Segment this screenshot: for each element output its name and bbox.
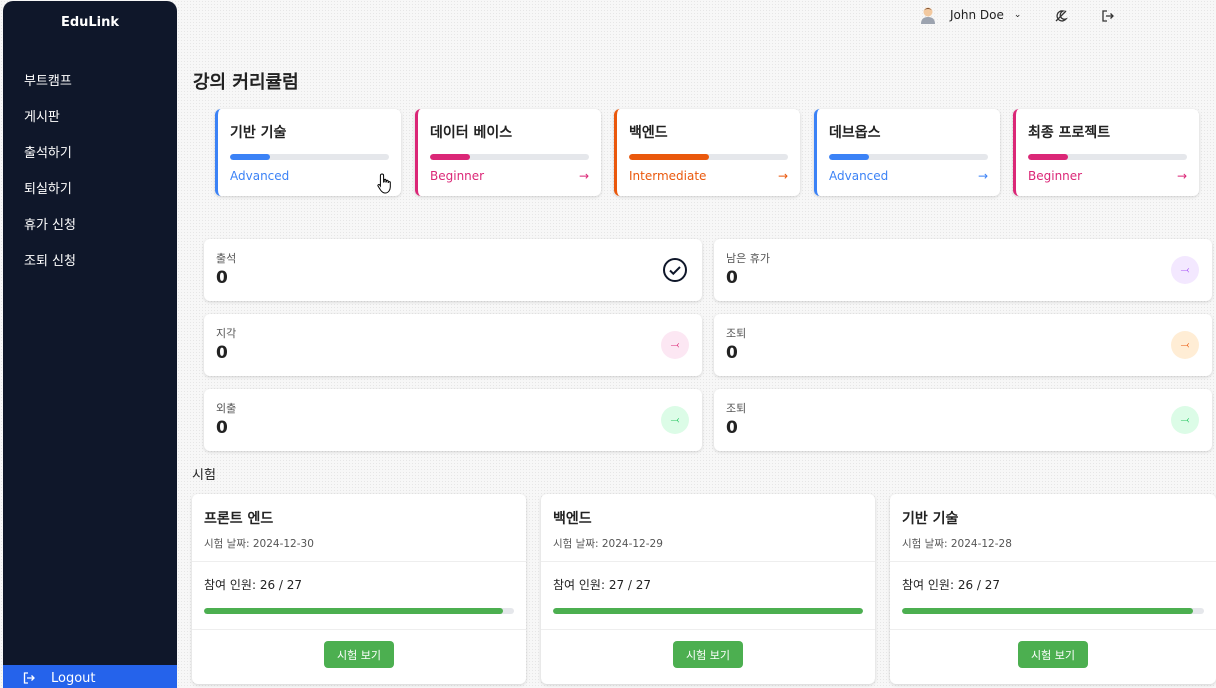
leave-icon: ⤙ bbox=[661, 331, 689, 359]
exam-card: 프론트 엔드 시험 날짜: 2024-12-30 참여 인원: 26 / 27 … bbox=[192, 494, 526, 684]
stat-card-late: 지각 0 ⤙ bbox=[204, 314, 702, 376]
course-progress bbox=[1028, 154, 1187, 160]
stat-value: 0 bbox=[726, 343, 738, 363]
sidebar-item-early-leave-request[interactable]: 조퇴 신청 bbox=[3, 251, 177, 287]
course-level: Beginner bbox=[430, 169, 485, 183]
exam-date: 시험 날짜: 2024-12-28 bbox=[902, 538, 1012, 550]
course-card[interactable]: 데브옵스 Advanced → bbox=[814, 109, 1000, 196]
leave-icon: ⤙ bbox=[661, 406, 689, 434]
course-level: Advanced bbox=[829, 169, 889, 183]
chevron-down-icon: ⌄ bbox=[1013, 10, 1022, 20]
logout-icon bbox=[23, 672, 35, 684]
stat-label: 조퇴 bbox=[726, 327, 747, 340]
exam-name: 프론트 엔드 bbox=[204, 511, 274, 527]
exam-section-heading: 시험 bbox=[192, 468, 216, 483]
brand-logo[interactable]: EduLink bbox=[3, 15, 177, 35]
course-name: 최종 프로젝트 bbox=[1028, 125, 1111, 141]
logout-label: Logout bbox=[51, 670, 96, 686]
sidebar-item-check-out[interactable]: 퇴실하기 bbox=[3, 179, 177, 215]
stat-label: 남은 휴가 bbox=[726, 252, 770, 265]
hand-cursor-icon bbox=[377, 173, 391, 194]
exam-participants: 참여 인원: 27 / 27 bbox=[553, 578, 652, 592]
user-menu[interactable]: John Doe ⌄ bbox=[920, 6, 1021, 24]
stat-value: 0 bbox=[726, 418, 738, 438]
arrow-right-icon[interactable]: → bbox=[579, 169, 589, 183]
exam-name: 백엔드 bbox=[553, 511, 592, 527]
course-progress bbox=[629, 154, 788, 160]
exam-card: 백엔드 시험 날짜: 2024-12-29 참여 인원: 27 / 27 시험 … bbox=[541, 494, 875, 684]
participation-progress bbox=[553, 608, 863, 614]
dark-mode-toggle-icon[interactable] bbox=[1054, 9, 1068, 23]
participation-progress bbox=[204, 608, 514, 614]
stat-card-outing: 외출 0 ⤙ bbox=[204, 389, 702, 451]
view-exam-button[interactable]: 시험 보기 bbox=[673, 641, 743, 668]
course-progress bbox=[430, 154, 589, 160]
exam-date: 시험 날짜: 2024-12-29 bbox=[553, 538, 663, 550]
exam-participants: 참여 인원: 26 / 27 bbox=[204, 578, 303, 592]
course-level: Beginner bbox=[1028, 169, 1083, 183]
course-level: Intermediate bbox=[629, 169, 707, 183]
course-name: 데이터 베이스 bbox=[430, 125, 513, 141]
arrow-right-icon[interactable]: → bbox=[778, 169, 788, 183]
sidebar-item-leave-request[interactable]: 휴가 신청 bbox=[3, 215, 177, 251]
stat-card-early-leave-2: 조퇴 0 ⤙ bbox=[714, 389, 1212, 451]
course-name: 기반 기술 bbox=[230, 125, 287, 141]
exam-name: 기반 기술 bbox=[902, 511, 959, 527]
exam-participants: 참여 인원: 26 / 27 bbox=[902, 578, 1001, 592]
leave-icon: ⤙ bbox=[1171, 256, 1199, 284]
exam-card: 기반 기술 시험 날짜: 2024-12-28 참여 인원: 26 / 27 시… bbox=[890, 494, 1216, 684]
arrow-right-icon[interactable]: → bbox=[1177, 169, 1187, 183]
sidebar-item-bootcamp[interactable]: 부트캠프 bbox=[3, 71, 177, 107]
view-exam-button[interactable]: 시험 보기 bbox=[324, 641, 394, 668]
course-name: 백엔드 bbox=[629, 125, 668, 141]
stat-label: 지각 bbox=[216, 327, 237, 340]
course-name: 데브옵스 bbox=[829, 125, 881, 141]
stat-card-early-leave: 조퇴 0 ⤙ bbox=[714, 314, 1212, 376]
leave-icon: ⤙ bbox=[1171, 331, 1199, 359]
page-title: 강의 커리큘럼 bbox=[193, 72, 299, 93]
stat-value: 0 bbox=[216, 343, 228, 363]
exam-date: 시험 날짜: 2024-12-30 bbox=[204, 538, 314, 550]
sidebar: EduLink 부트캠프 게시판 출석하기 퇴실하기 휴가 신청 조퇴 신청 L… bbox=[3, 1, 177, 688]
stat-value: 0 bbox=[726, 268, 738, 288]
course-progress bbox=[829, 154, 988, 160]
sidebar-nav: 부트캠프 게시판 출석하기 퇴실하기 휴가 신청 조퇴 신청 bbox=[3, 71, 177, 287]
stat-label: 조퇴 bbox=[726, 402, 747, 415]
view-exam-button[interactable]: 시험 보기 bbox=[1018, 641, 1088, 668]
sidebar-item-board[interactable]: 게시판 bbox=[3, 107, 177, 143]
course-level: Advanced bbox=[230, 169, 290, 183]
stat-label: 외출 bbox=[216, 402, 237, 415]
course-card[interactable]: 기반 기술 Advanced bbox=[215, 109, 401, 196]
participation-progress bbox=[902, 608, 1204, 614]
stat-value: 0 bbox=[216, 418, 228, 438]
stat-value: 0 bbox=[216, 268, 228, 288]
course-card[interactable]: 백엔드 Intermediate → bbox=[614, 109, 800, 196]
course-card[interactable]: 데이터 베이스 Beginner → bbox=[415, 109, 601, 196]
logout-button[interactable]: Logout bbox=[3, 665, 177, 688]
course-card[interactable]: 최종 프로젝트 Beginner → bbox=[1013, 109, 1199, 196]
stat-card-remaining-leave: 남은 휴가 0 ⤙ bbox=[714, 239, 1212, 301]
sidebar-item-check-in[interactable]: 출석하기 bbox=[3, 143, 177, 179]
stat-label: 출석 bbox=[216, 252, 237, 265]
avatar bbox=[921, 7, 935, 24]
stat-card-attendance: 출석 0 bbox=[204, 239, 702, 301]
check-circle-icon bbox=[661, 256, 689, 284]
header-logout-icon[interactable] bbox=[1101, 9, 1115, 23]
leave-icon: ⤙ bbox=[1171, 406, 1199, 434]
arrow-right-icon[interactable]: → bbox=[978, 169, 988, 183]
course-progress bbox=[230, 154, 389, 160]
user-name: John Doe bbox=[950, 8, 1004, 22]
